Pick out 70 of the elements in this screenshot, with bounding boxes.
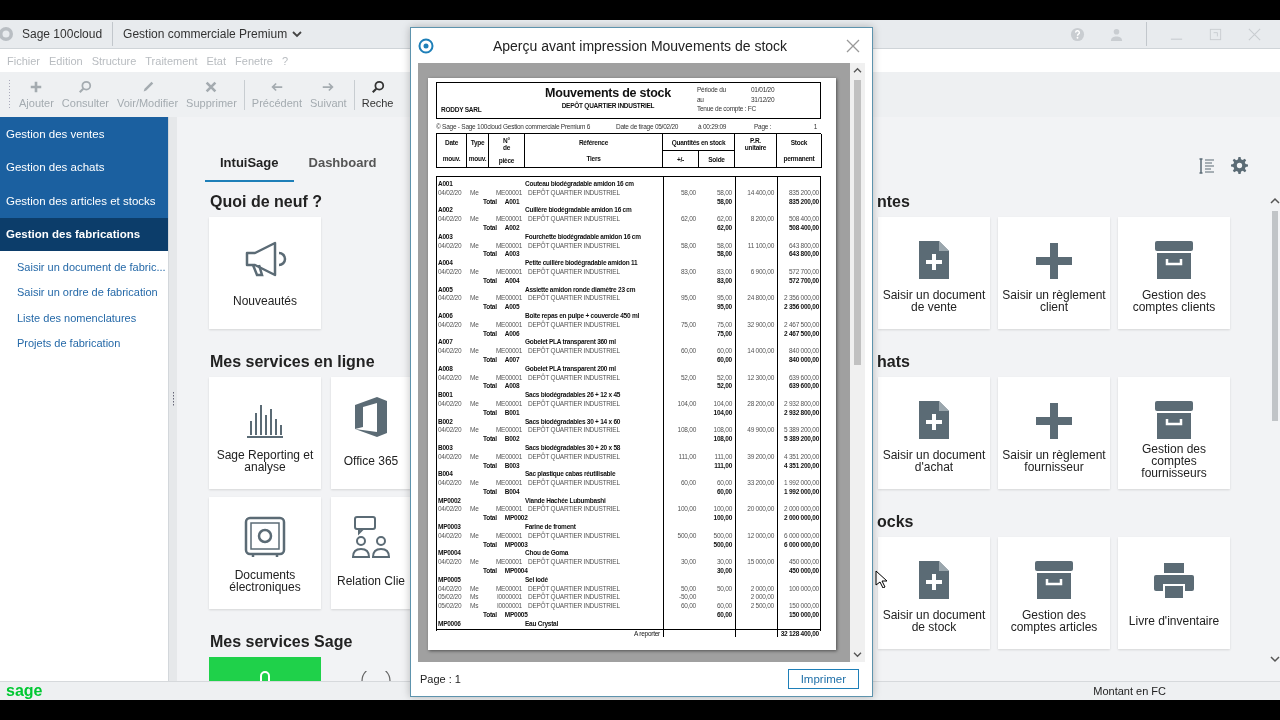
close-icon[interactable]: [846, 38, 860, 53]
sage-logo: sage: [6, 683, 43, 699]
safe-icon: [243, 515, 287, 559]
sidebar-link[interactable]: Saisir un document de fabric...: [17, 255, 168, 281]
service-tile[interactable]: Nouveautés: [209, 217, 321, 329]
scroll-up-icon[interactable]: [853, 67, 862, 74]
tab[interactable]: IntuiSage: [205, 144, 294, 182]
action-tile[interactable]: Gestion des comptes clients: [1118, 217, 1230, 329]
print-button[interactable]: Imprimer: [787, 669, 859, 689]
lock-icon: [258, 669, 272, 681]
toolbar-button[interactable]: Reche: [357, 80, 398, 109]
search-icon: [370, 80, 385, 94]
plus-icon: [1036, 243, 1072, 279]
list-icon[interactable]: [1199, 158, 1215, 174]
help-icon[interactable]: [1070, 26, 1085, 42]
action-tile[interactable]: Saisir un document de vente: [878, 217, 990, 329]
action-tile[interactable]: Saisir un document d'achat: [878, 377, 990, 489]
action-tile[interactable]: Saisir un règlement client: [998, 217, 1110, 329]
service-tile[interactable]: Sage Reporting et analyse: [209, 377, 321, 489]
product-name: Sage 100cloud: [22, 27, 103, 41]
service-tile[interactable]: [209, 657, 321, 681]
app-icon: [418, 37, 434, 54]
sidebar-link[interactable]: Saisir un ordre de fabrication: [17, 280, 168, 306]
section-title: ntes: [877, 192, 911, 212]
action-tile[interactable]: Saisir un document de stock: [878, 537, 990, 649]
currency-label: Montant en FC: [1093, 685, 1166, 697]
section-title: Mes services Sage: [210, 632, 354, 652]
mouse-pointer-icon: [875, 570, 887, 588]
section-title: ocks: [877, 512, 915, 532]
action-tile[interactable]: Saisir un règlement fournisseur: [998, 377, 1110, 489]
document-plus-icon: [919, 401, 949, 439]
chevron-down-icon: [292, 30, 303, 38]
archive-icon: [1155, 241, 1193, 279]
scroll-down-icon[interactable]: [1270, 655, 1280, 663]
sidebar-module[interactable]: Gestion des fabrications: [0, 217, 168, 251]
scroll-up-icon[interactable]: [1270, 197, 1280, 205]
report-title: Mouvements de stock: [545, 86, 671, 100]
tab[interactable]: Dashboard: [293, 144, 392, 182]
service-tile[interactable]: Documents électroniques: [209, 497, 321, 609]
section-title: Mes services en ligne: [210, 352, 376, 372]
document-plus-icon: [919, 241, 949, 279]
sidebar-link[interactable]: Liste des nomenclatures: [17, 305, 168, 331]
service-tile[interactable]: Relation Clie: [331, 497, 411, 609]
search-icon: [78, 80, 93, 94]
scrollbar-thumb[interactable]: [1272, 211, 1278, 421]
section-title: hats: [877, 352, 911, 372]
service-tile[interactable]: Office 365: [331, 377, 411, 489]
archive-icon: [1035, 561, 1073, 599]
scrollbar-thumb[interactable]: [854, 80, 861, 365]
arrow-right-icon: [321, 80, 336, 94]
section-title: Quoi de neuf ?: [210, 192, 323, 212]
drag-handle-icon: [8, 79, 11, 110]
plus-icon: [1036, 403, 1072, 439]
delete-icon: [204, 80, 219, 94]
action-tile[interactable]: Gestion des comptes fournisseurs: [1118, 377, 1230, 489]
page-indicator: Page : 1: [420, 673, 462, 685]
scroll-down-icon[interactable]: [853, 651, 862, 658]
settings-icon[interactable]: [1231, 157, 1248, 174]
module-dropdown[interactable]: Gestion commerciale Premium: [123, 27, 303, 41]
action-tile[interactable]: Gestion des comptes articles: [998, 537, 1110, 649]
action-tile[interactable]: Livre d'inventaire: [1118, 537, 1230, 649]
arrow-left-icon: [269, 80, 284, 94]
plus-icon: [29, 80, 44, 94]
archive-icon: [1155, 401, 1193, 439]
printer-icon: [1154, 563, 1194, 599]
sidebar-link[interactable]: Projets de fabrication: [17, 330, 168, 357]
people-chat-icon: [351, 515, 391, 559]
splitter-handle-icon[interactable]: [171, 392, 175, 406]
dialog-title: Aperçu avant impression Mouvements de stock: [491, 37, 789, 54]
document-plus-icon: [919, 561, 949, 599]
